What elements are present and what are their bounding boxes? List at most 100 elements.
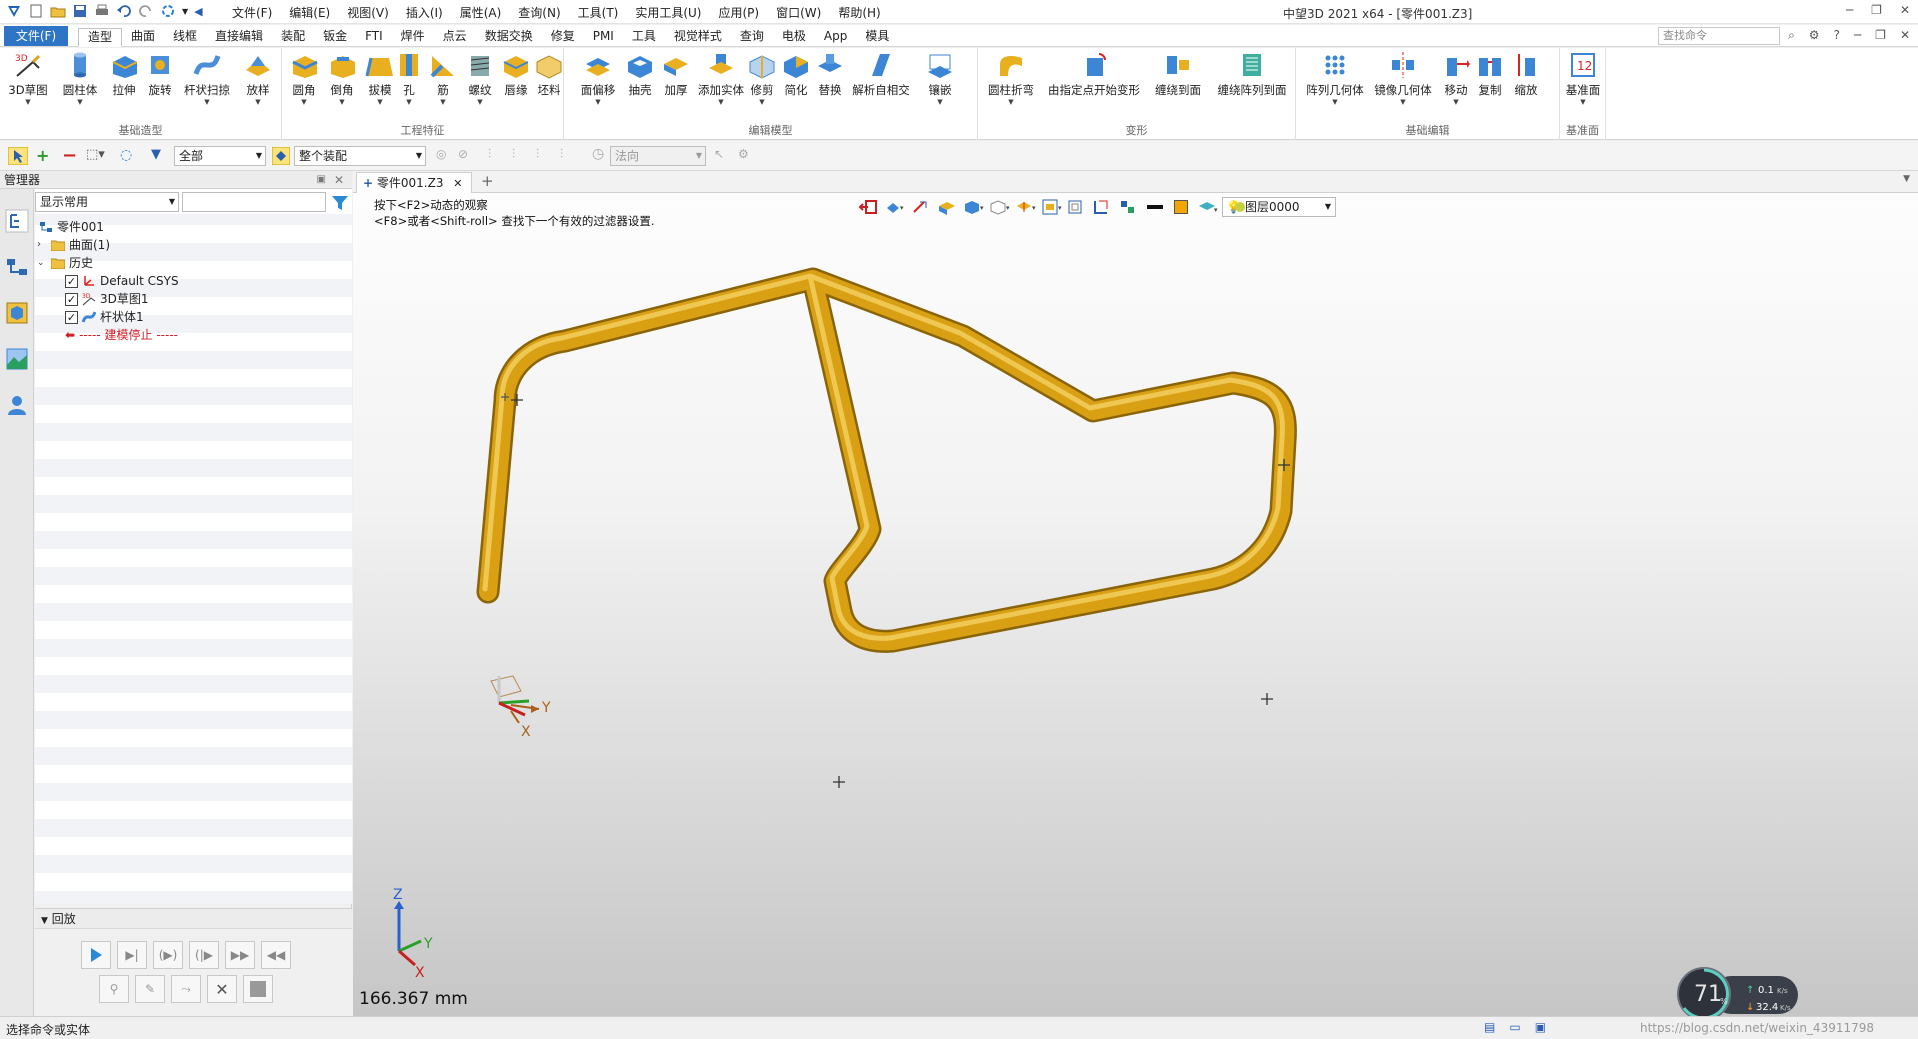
view-orientation-icon[interactable]: ▾	[988, 198, 1010, 216]
fast-forward-button[interactable]: ▶▶	[225, 941, 255, 969]
graphics-viewport[interactable]: Y X Z Y X + 零件001.Z3 ✕ + ▼ 按下<F2>动态的观察 <…	[353, 171, 1918, 1016]
stock-button[interactable]: 坯料	[532, 50, 566, 98]
command-search-input[interactable]: 查找命令	[1658, 27, 1780, 45]
sketch3d-button[interactable]: 3D 3D草图 ▼	[6, 50, 50, 106]
add-solid-button[interactable]: 添加实体 ▼	[696, 50, 746, 106]
collapse-icon[interactable]: ⌄	[37, 254, 47, 272]
play-button[interactable]	[81, 941, 111, 969]
thicken-button[interactable]: 加厚	[656, 50, 696, 98]
wireframe-icon[interactable]	[910, 198, 932, 216]
visibility-checkbox[interactable]: ✓	[65, 292, 78, 306]
run-to-button[interactable]: ⤳	[171, 975, 201, 1003]
lip-button[interactable]: 唇缘	[498, 50, 534, 98]
wrap-pattern-to-face-button[interactable]: 缠绕阵列到面	[1212, 50, 1292, 98]
face-offset-button[interactable]: 面偏移 ▼	[576, 50, 620, 106]
assembly-scope-icon[interactable]	[272, 147, 290, 165]
simplify-button[interactable]: 简化	[778, 50, 814, 98]
assembly-tree-icon[interactable]	[5, 255, 29, 279]
lasso-icon[interactable]: ◌	[120, 147, 132, 163]
inlay-button[interactable]: 镶嵌 ▼	[920, 50, 960, 106]
ribbon-tab[interactable]: 模具	[856, 28, 898, 47]
ribbon-tab[interactable]: 焊件	[392, 28, 434, 47]
display-filter-select[interactable]: 显示常用 ▼	[35, 192, 179, 212]
cube-view-icon[interactable]: ▾	[962, 198, 984, 216]
history-tree-icon[interactable]	[5, 209, 29, 233]
color-swatch-icon[interactable]	[1170, 198, 1192, 216]
stop-button[interactable]	[243, 975, 273, 1003]
search-icon[interactable]: ⌕	[1788, 28, 1795, 43]
rewind-button[interactable]: ◀◀	[261, 941, 291, 969]
menu-window[interactable]: 窗口(W)	[776, 4, 821, 21]
panel-toggle-icon[interactable]: ▣	[1535, 1020, 1546, 1034]
origin-csys[interactable]: Y X	[490, 675, 551, 740]
cylinder-button[interactable]: 圆柱体 ▼	[58, 50, 102, 106]
menu-tools[interactable]: 工具(T)	[578, 4, 619, 21]
menu-utilities[interactable]: 实用工具(U)	[635, 4, 701, 21]
revolve-button[interactable]: 旋转	[138, 50, 182, 98]
pin-icon[interactable]: ▣	[317, 171, 326, 189]
render-mode-icon[interactable]: ▾	[884, 198, 906, 216]
menu-file[interactable]: 文件(F)	[232, 4, 272, 21]
section-view-icon[interactable]: ▾	[1014, 198, 1036, 216]
filter-icon[interactable]: ▼	[151, 147, 161, 162]
menu-query[interactable]: 查询(N)	[518, 4, 560, 21]
move-button[interactable]: 移动 ▼	[1438, 50, 1474, 106]
file-tab[interactable]: 文件(F)	[4, 26, 68, 46]
menu-attribute[interactable]: 属性(A)	[460, 4, 502, 21]
ribbon-tab[interactable]: App	[815, 28, 856, 47]
step-forward-button[interactable]: ▶|	[117, 941, 147, 969]
wrap-to-face-button[interactable]: 缠绕到面	[1148, 50, 1208, 98]
sketch-point-marker[interactable]	[1261, 693, 1273, 705]
remove-icon[interactable]: −	[62, 145, 77, 166]
user-icon[interactable]	[5, 393, 29, 417]
hole-button[interactable]: 孔 ▼	[394, 50, 424, 106]
layer-select[interactable]: 💡 图层0000 ▼	[1222, 197, 1336, 217]
filter-select[interactable]: 全部 ▼	[174, 146, 266, 166]
menu-apps[interactable]: 应用(P)	[719, 4, 760, 21]
menu-help[interactable]: 帮助(H)	[838, 4, 880, 21]
resolve-self-intersect-button[interactable]: 解析自相交	[848, 50, 914, 98]
ribbon-tab[interactable]: 钣金	[314, 28, 356, 47]
zoom-fit-icon[interactable]: ▾	[1040, 198, 1062, 216]
visual-style-icon[interactable]: ▾	[1196, 198, 1218, 216]
datum-plane-button[interactable]: 12 基准面 ▼	[1562, 50, 1604, 106]
exit-icon[interactable]	[858, 198, 880, 216]
tab-menu-icon[interactable]: ▼	[1903, 174, 1910, 184]
ribbon-tab[interactable]: 修复	[542, 28, 584, 47]
ribbon-tab[interactable]: 线框	[164, 28, 206, 47]
save-icon[interactable]	[72, 3, 88, 19]
monitor-icon[interactable]: ▭	[1509, 1020, 1520, 1034]
rod-body[interactable]	[476, 267, 1297, 653]
ribbon-tab[interactable]: 电极	[773, 28, 815, 47]
redo-icon[interactable]	[138, 3, 154, 19]
back-arrow-icon[interactable]: ◀	[194, 5, 202, 18]
pick-mode-icon[interactable]	[8, 147, 28, 165]
ribbon-tab[interactable]: 工具	[623, 28, 665, 47]
sketch-point-marker[interactable]	[833, 776, 845, 788]
link-button[interactable]: ⚲	[99, 975, 129, 1003]
step-into-button[interactable]: (▶)	[153, 941, 183, 969]
regen-icon[interactable]	[160, 3, 176, 19]
document-view-icon[interactable]: ▤	[1484, 1020, 1495, 1034]
minimize-doc-icon[interactable]: ─	[1854, 28, 1861, 43]
ribbon-tab[interactable]: 装配	[272, 28, 314, 47]
tree-node-rod[interactable]: ✓ 杆状体1	[65, 308, 144, 326]
view-manager-icon[interactable]	[5, 347, 29, 371]
ribbon-tab[interactable]: 查询	[731, 28, 773, 47]
new-file-icon[interactable]	[28, 3, 44, 19]
tree-node-stop-marker[interactable]: ⬅ ----- 建模停止 -----	[65, 326, 178, 344]
app-logo-icon[interactable]	[6, 3, 22, 19]
menu-insert[interactable]: 插入(I)	[406, 4, 443, 21]
scale-button[interactable]: 缩放	[1506, 50, 1546, 98]
ribbon-tab[interactable]: 曲面	[122, 28, 164, 47]
restore-doc-icon[interactable]: ❐	[1875, 28, 1886, 43]
menu-edit[interactable]: 编辑(E)	[289, 4, 330, 21]
ribbon-tab[interactable]: PMI	[584, 28, 623, 47]
step-over-button[interactable]: (|▶	[189, 941, 219, 969]
ribbon-tab[interactable]: 点云	[434, 28, 476, 47]
zoom-window-icon[interactable]	[1066, 198, 1088, 216]
undo-icon[interactable]	[116, 3, 132, 19]
close-doc-icon[interactable]: ✕	[1900, 28, 1910, 43]
mirror-geometry-button[interactable]: 镜像几何体 ▼	[1372, 50, 1434, 106]
tree-node-part[interactable]: 零件001	[39, 218, 104, 236]
